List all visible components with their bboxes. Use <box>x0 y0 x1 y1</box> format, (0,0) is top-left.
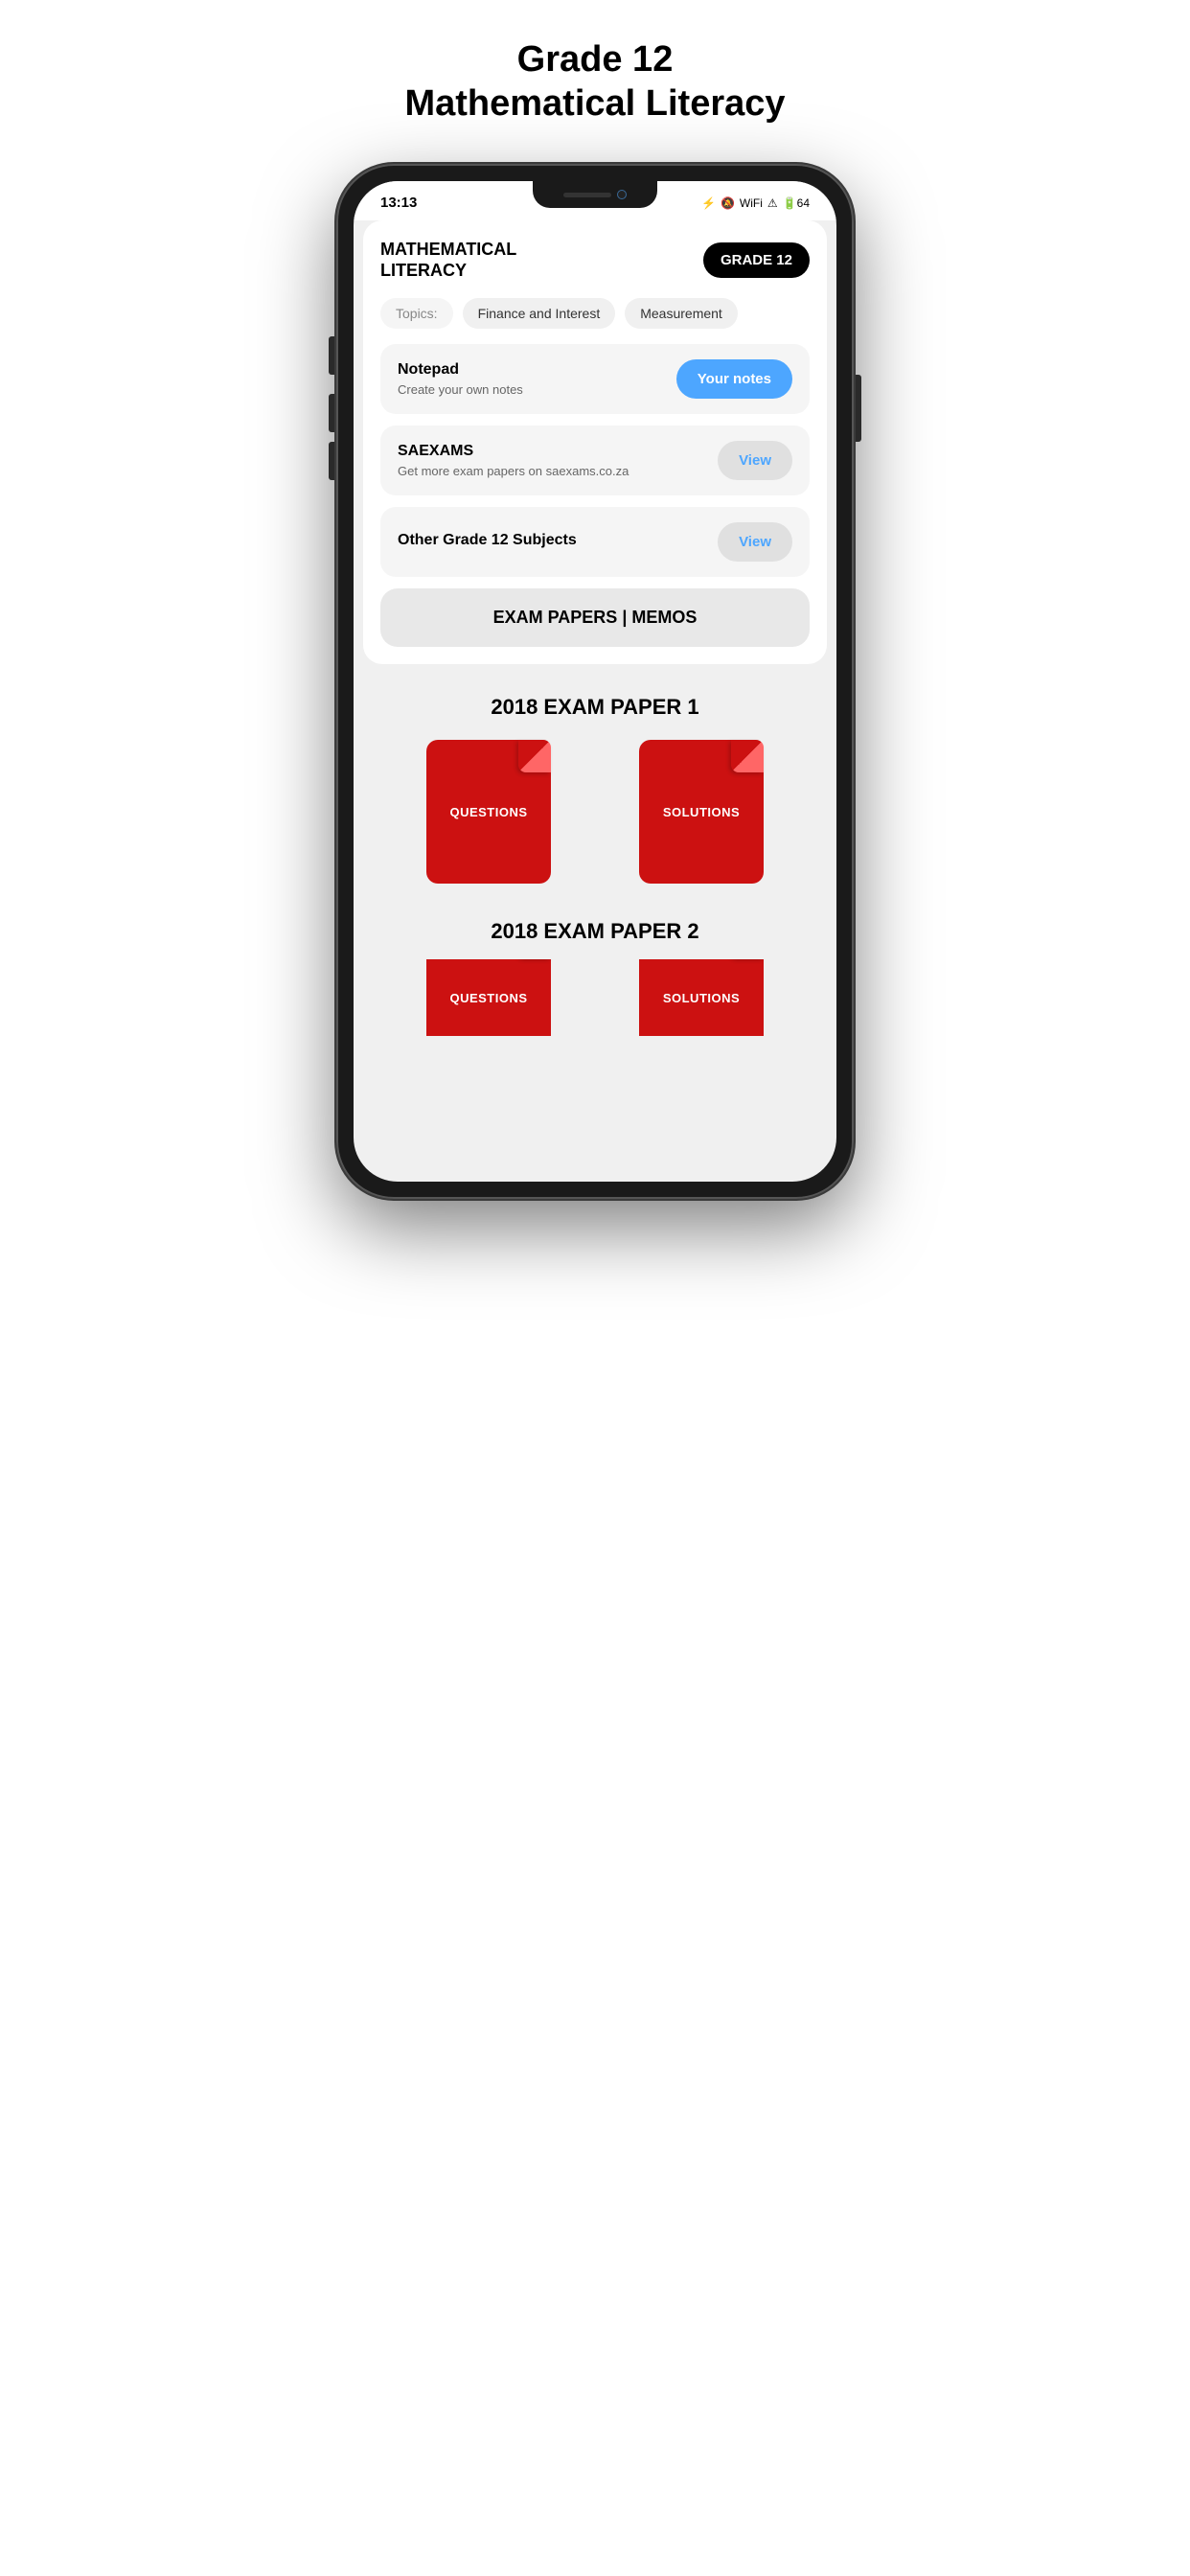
notepad-title: Notepad <box>398 361 676 379</box>
solutions-label-1: SOLUTIONS <box>663 805 740 819</box>
solutions-doc-2[interactable]: SOLUTIONS <box>629 959 773 1036</box>
questions-label-1: QUESTIONS <box>449 805 527 819</box>
saexams-info: SAEXAMS Get more exam papers on saexams.… <box>398 443 718 478</box>
saexams-title: SAEXAMS <box>398 443 718 460</box>
other-subjects-view-button[interactable]: View <box>718 522 792 562</box>
status-icons: ⚡ 🔕 WiFi ⚠ 🔋64 <box>701 196 810 210</box>
status-bar: 13:13 ⚡ 🔕 WiFi ⚠ 🔋64 <box>354 181 836 220</box>
notepad-info: Notepad Create your own notes <box>398 361 676 397</box>
grade-badge: GRADE 12 <box>703 242 810 278</box>
doc-fold-2 <box>731 740 764 772</box>
exam-paper-1-docs: QUESTIONS SOLUTIONS <box>363 735 827 898</box>
wifi-icon: WiFi <box>740 196 763 210</box>
saexams-view-button[interactable]: View <box>718 441 792 480</box>
scroll-area: 2018 EXAM PAPER 1 QUESTIONS SOLUTIONS <box>354 674 836 1065</box>
notepad-subtitle: Create your own notes <box>398 382 676 397</box>
doc-fold-1 <box>518 740 551 772</box>
exam-paper-1-title: 2018 EXAM PAPER 1 <box>363 674 827 735</box>
topics-label: Topics: <box>380 298 453 329</box>
other-subjects-info: Other Grade 12 Subjects <box>398 532 718 553</box>
saexams-subtitle: Get more exam papers on saexams.co.za <box>398 464 718 478</box>
questions-doc-1[interactable]: QUESTIONS <box>417 735 561 888</box>
notepad-card: Notepad Create your own notes Your notes <box>380 344 810 414</box>
questions-label-2: QUESTIONS <box>449 991 527 1005</box>
status-time: 13:13 <box>380 195 417 211</box>
alert-icon: ⚠ <box>767 196 778 210</box>
notch <box>533 181 657 208</box>
solutions-doc-1[interactable]: SOLUTIONS <box>629 735 773 888</box>
phone-screen: 13:13 ⚡ 🔕 WiFi ⚠ 🔋64 MATHEMATICALLITERAC… <box>354 181 836 1182</box>
flash-icon: ⚡ <box>701 196 716 210</box>
your-notes-button[interactable]: Your notes <box>676 359 792 399</box>
notch-speaker <box>563 193 611 197</box>
other-subjects-card: Other Grade 12 Subjects View <box>380 507 810 577</box>
questions-doc-2[interactable]: QUESTIONS <box>417 959 561 1036</box>
phone-frame: 13:13 ⚡ 🔕 WiFi ⚠ 🔋64 MATHEMATICALLITERAC… <box>336 164 854 1199</box>
mute-icon: 🔕 <box>721 196 735 210</box>
topics-row: Topics: Finance and Interest Measurement <box>380 298 810 329</box>
battery-icon: 🔋64 <box>783 196 810 210</box>
notch-camera <box>617 190 627 199</box>
exam-paper-2-docs: QUESTIONS SOLUTIONS <box>363 959 827 1046</box>
topic-chip-measurement[interactable]: Measurement <box>625 298 738 329</box>
topic-chip-finance[interactable]: Finance and Interest <box>463 298 616 329</box>
other-subjects-title: Other Grade 12 Subjects <box>398 532 718 549</box>
exam-paper-2-title: 2018 EXAM PAPER 2 <box>363 898 827 959</box>
app-subject-title: MATHEMATICALLITERACY <box>380 240 516 281</box>
app-header: MATHEMATICALLITERACY GRADE 12 <box>380 240 810 281</box>
page-title: Grade 12 Mathematical Literacy <box>404 38 785 126</box>
exam-papers-button[interactable]: EXAM PAPERS | MEMOS <box>380 588 810 647</box>
app-content: MATHEMATICALLITERACY GRADE 12 Topics: Fi… <box>363 220 827 664</box>
solutions-label-2: SOLUTIONS <box>663 991 740 1005</box>
saexams-card: SAEXAMS Get more exam papers on saexams.… <box>380 426 810 495</box>
